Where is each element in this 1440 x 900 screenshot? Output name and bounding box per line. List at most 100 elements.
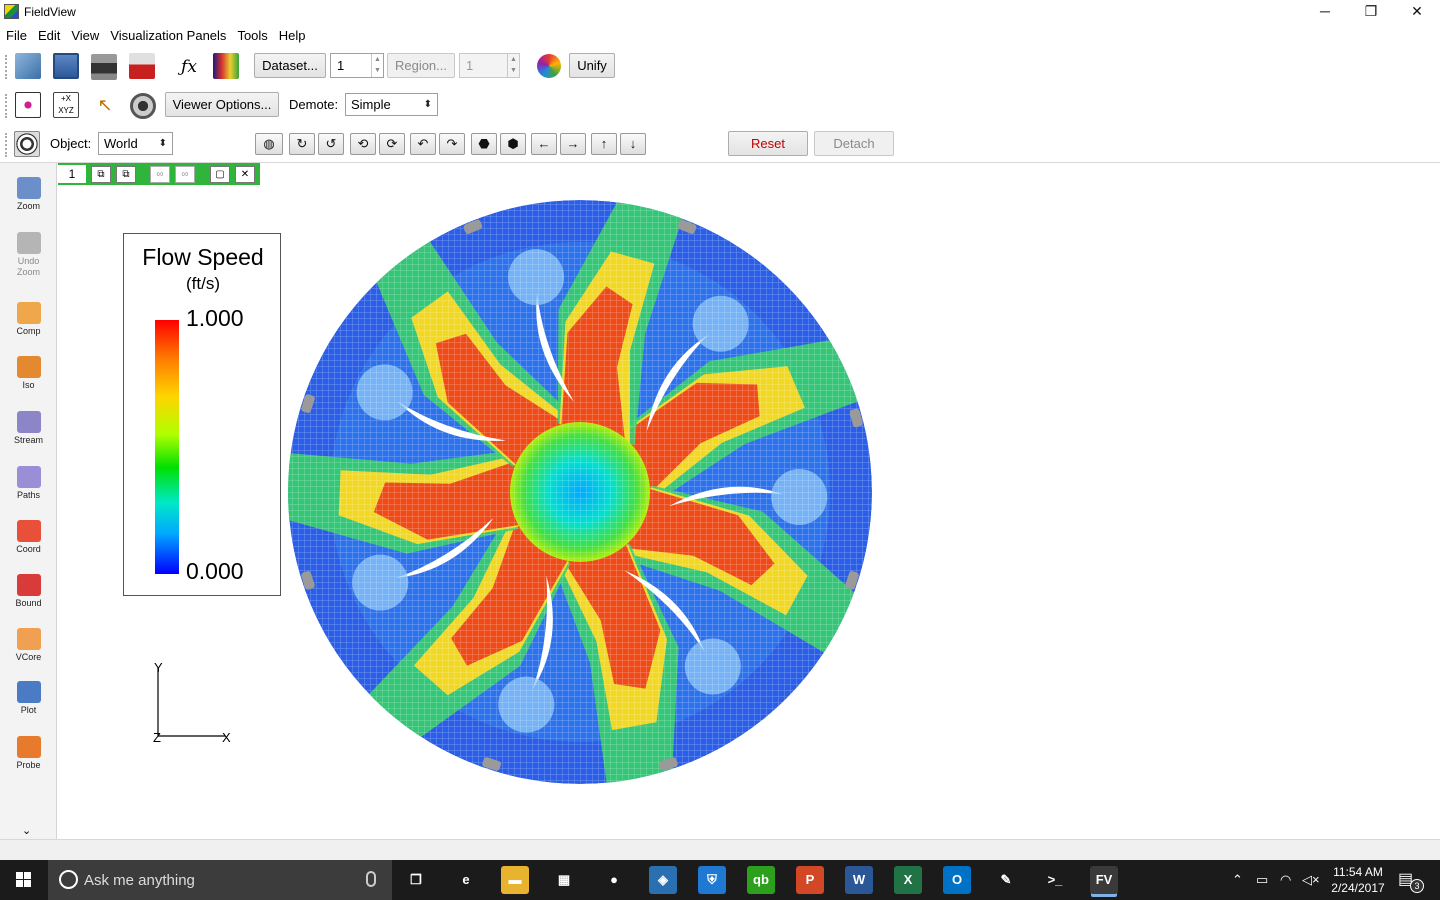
volume-muted-icon[interactable]: ◁×: [1302, 872, 1320, 888]
reset-button[interactable]: Reset: [728, 131, 808, 156]
word-icon[interactable]: W: [845, 866, 873, 894]
print-icon[interactable]: [91, 54, 117, 80]
rotate-x-pos-icon[interactable]: ↺: [318, 133, 344, 155]
pen-tool-icon[interactable]: ✎: [992, 866, 1020, 894]
rotate-z-pos-icon[interactable]: ↷: [439, 133, 465, 155]
menu-visualization-panels[interactable]: Visualization Panels: [104, 26, 231, 43]
camera-icon[interactable]: [130, 93, 156, 119]
viewer-copy-icon[interactable]: ⧉: [116, 166, 136, 183]
move-left-icon[interactable]: ←: [531, 133, 557, 155]
tool-comp[interactable]: Comp: [0, 302, 57, 337]
rotate-y-pos-icon[interactable]: ⟳: [379, 133, 405, 155]
outlook-icon[interactable]: O: [943, 866, 971, 894]
stepper-arrows[interactable]: ▲ ▼: [507, 54, 519, 77]
tool-stream[interactable]: Stream: [0, 411, 57, 446]
tool-plot[interactable]: Plot: [0, 681, 57, 716]
task-view-icon[interactable]: ❐: [402, 866, 430, 894]
viewer-number: 1: [58, 165, 86, 183]
restore-button[interactable]: ❐: [1348, 0, 1394, 24]
system-clock[interactable]: 11:54 AM 2/24/2017: [1326, 864, 1390, 896]
function-icon[interactable]: ƒx: [176, 54, 202, 80]
dataset-number-stepper[interactable]: 1 ▲ ▼: [330, 53, 384, 78]
toolbar-grip[interactable]: [5, 94, 8, 118]
unify-button[interactable]: Unify: [569, 53, 615, 78]
quickbooks-icon[interactable]: qb: [747, 866, 775, 894]
microphone-icon[interactable]: [366, 871, 376, 887]
viewer-options-button[interactable]: Viewer Options...: [165, 92, 279, 117]
store-icon[interactable]: ▦: [550, 866, 578, 894]
pdf-export-icon[interactable]: [129, 53, 155, 79]
chrome-icon[interactable]: ●: [600, 866, 628, 894]
powerpoint-icon[interactable]: P: [796, 866, 824, 894]
tool-vcore[interactable]: VCore: [0, 628, 57, 663]
region-number-stepper[interactable]: 1 ▲ ▼: [459, 53, 520, 78]
rotate-z-neg-icon[interactable]: ↶: [410, 133, 436, 155]
menu-view[interactable]: View: [65, 26, 104, 43]
tool-bound[interactable]: Bound: [0, 574, 57, 609]
rotate-x-neg-icon[interactable]: ↻: [289, 133, 315, 155]
move-up-icon[interactable]: ↑: [591, 133, 617, 155]
pick-cursor-icon[interactable]: ↖: [92, 93, 118, 119]
menu-help[interactable]: Help: [273, 26, 311, 43]
open-file-icon[interactable]: [15, 53, 41, 79]
tool-zoom[interactable]: Zoom: [0, 177, 57, 212]
tool-probe[interactable]: Probe: [0, 736, 57, 771]
tool-label: Coord: [16, 544, 41, 554]
reset-orientation-icon[interactable]: ◍: [255, 133, 283, 155]
fieldview-icon[interactable]: FV: [1090, 866, 1118, 894]
expand-panel-icon[interactable]: ⌄: [22, 824, 31, 837]
viewer-sync-icon[interactable]: ⧉: [91, 166, 111, 183]
move-down-icon[interactable]: ↓: [620, 133, 646, 155]
vpn-icon[interactable]: ◈: [649, 866, 677, 894]
windows-start-icon[interactable]: [0, 860, 48, 900]
close-viewer-icon[interactable]: ✕: [235, 166, 255, 183]
rotate-y-neg-icon[interactable]: ⟲: [350, 133, 376, 155]
tool-iso[interactable]: Iso: [0, 356, 57, 391]
translate-down-icon[interactable]: ⬣: [471, 133, 497, 155]
demote-select[interactable]: Simple ⬍: [345, 93, 438, 116]
object-select[interactable]: World ⬍: [98, 132, 173, 155]
region-button[interactable]: Region...: [387, 53, 455, 78]
cortana-search-box[interactable]: Ask me anything: [48, 860, 392, 900]
move-right-icon[interactable]: →: [560, 133, 586, 155]
legend-max-value: 1.000: [186, 305, 244, 331]
object-value: World: [104, 136, 138, 151]
world-transform-icon[interactable]: [14, 131, 40, 157]
dataset-button[interactable]: Dataset...: [254, 53, 326, 78]
tool-paths[interactable]: Paths: [0, 466, 57, 501]
formula-restart-icon[interactable]: [213, 53, 239, 79]
show-hidden-icons-icon[interactable]: ⌃: [1232, 872, 1243, 888]
center-view-icon[interactable]: [15, 92, 41, 118]
defender-icon[interactable]: ⛨: [698, 866, 726, 894]
close-button[interactable]: ✕: [1394, 0, 1440, 24]
save-icon[interactable]: [53, 53, 79, 79]
battery-icon[interactable]: ▭: [1256, 872, 1268, 888]
link-icon[interactable]: ∞: [150, 166, 170, 183]
menu-tools[interactable]: Tools: [231, 26, 272, 43]
edge-icon[interactable]: e: [452, 866, 480, 894]
xyz-axis-icon[interactable]: +X XYZ: [53, 92, 79, 118]
action-center-icon[interactable]: ▤ 3: [1398, 869, 1424, 893]
excel-icon[interactable]: X: [894, 866, 922, 894]
tool-label: Iso: [22, 380, 35, 390]
detach-button[interactable]: Detach: [814, 131, 894, 156]
unlink-icon[interactable]: ∞: [175, 166, 195, 183]
toolbar-grip[interactable]: [5, 55, 8, 79]
stepper-arrows[interactable]: ▲ ▼: [371, 54, 383, 77]
menu-bar: File Edit View Visualization Panels Tools Hel…: [0, 26, 1440, 46]
color-map-icon[interactable]: [537, 54, 561, 78]
toolbar-grip[interactable]: [5, 133, 8, 157]
terminal-icon[interactable]: >_: [1041, 866, 1069, 894]
axis-y-label: Y: [154, 660, 163, 675]
tool-coord[interactable]: Coord: [0, 520, 57, 555]
file-explorer-icon[interactable]: ▬: [501, 866, 529, 894]
tool-undo-zoom[interactable]: Undo Zoom: [0, 232, 57, 278]
menu-edit[interactable]: Edit: [32, 26, 65, 43]
wifi-icon[interactable]: ◠: [1280, 872, 1291, 888]
menu-file[interactable]: File: [0, 26, 32, 43]
maximize-viewer-icon[interactable]: ▢: [210, 166, 230, 183]
chevron-down-icon: ⬍: [158, 138, 167, 149]
flow-speed-contour-plot[interactable]: [280, 192, 880, 792]
translate-up-icon[interactable]: ⬢: [500, 133, 526, 155]
minimize-button[interactable]: ─: [1302, 0, 1348, 24]
